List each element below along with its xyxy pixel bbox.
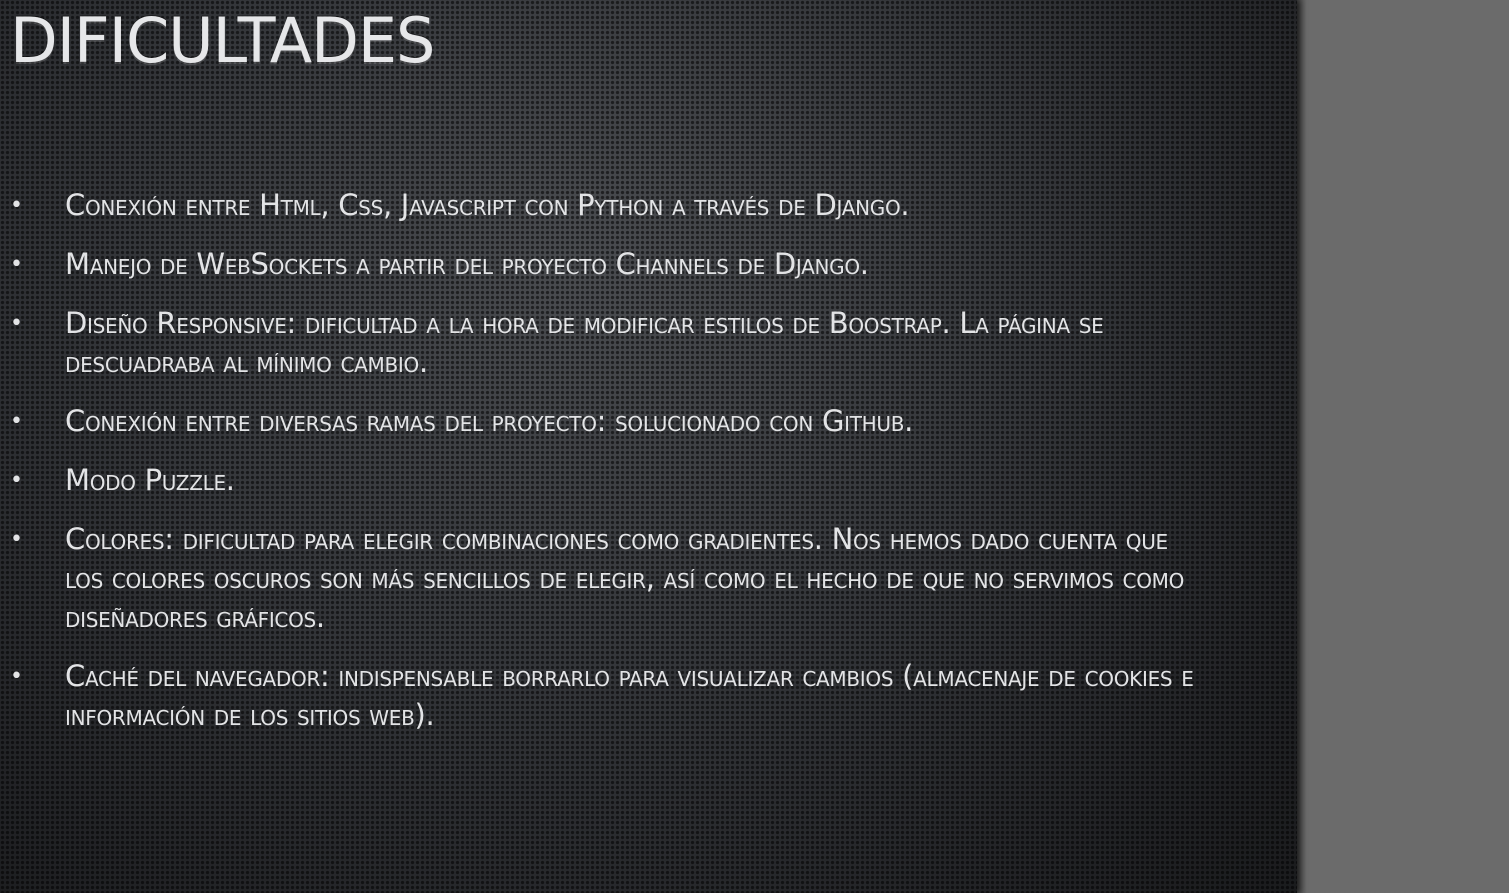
bullet-item: • Modo Puzzle. (10, 461, 1200, 500)
bullet-icon: • (10, 664, 23, 689)
presentation-viewport: Dificultades • Conexión entre Html, Css,… (0, 0, 1509, 893)
bullet-text: Manejo de WebSockets a partir del proyec… (65, 247, 869, 281)
bullet-item: • Caché del navegador: indispensable bor… (10, 657, 1200, 735)
bullet-icon: • (10, 193, 23, 218)
slide-title: Dificultades (10, 4, 435, 77)
bullet-text: Colores: dificultad para elegir combinac… (65, 522, 1185, 634)
bullet-icon: • (10, 252, 23, 277)
bullet-item: • Diseño Responsive: dificultad a la hor… (10, 304, 1200, 382)
bullet-text: Conexión entre Html, Css, Javascript con… (65, 188, 910, 222)
bullet-icon: • (10, 527, 23, 552)
bullet-text: Conexión entre diversas ramas del proyec… (65, 404, 914, 438)
bullet-item: • Colores: dificultad para elegir combin… (10, 520, 1200, 637)
bullet-item: • Manejo de WebSockets a partir del proy… (10, 245, 1200, 284)
bullet-item: • Conexión entre diversas ramas del proy… (10, 402, 1200, 441)
bullet-text: Caché del navegador: indispensable borra… (65, 659, 1194, 732)
bullet-icon: • (10, 409, 23, 434)
slide-edge-shadow (1297, 0, 1307, 893)
bullet-text: Diseño Responsive: dificultad a la hora … (65, 306, 1104, 379)
slide: Dificultades • Conexión entre Html, Css,… (0, 0, 1297, 893)
bullet-text: Modo Puzzle. (65, 463, 235, 497)
bullet-item: • Conexión entre Html, Css, Javascript c… (10, 186, 1200, 225)
bullet-list: • Conexión entre Html, Css, Javascript c… (10, 186, 1200, 755)
bullet-icon: • (10, 468, 23, 493)
bullet-icon: • (10, 311, 23, 336)
